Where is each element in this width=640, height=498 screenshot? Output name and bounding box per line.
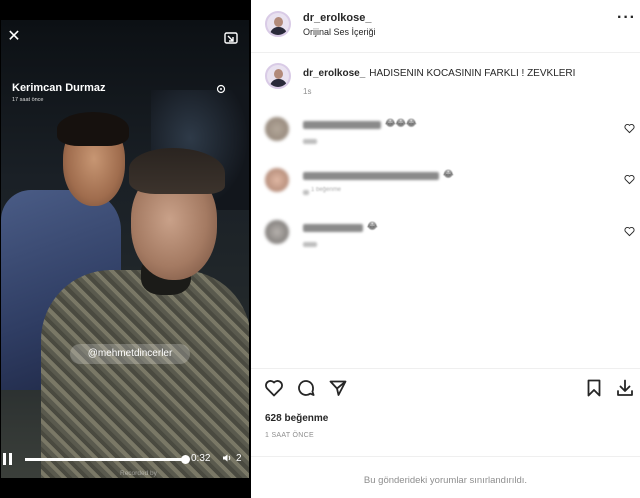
comment-avatar[interactable] bbox=[265, 168, 289, 192]
download-icon[interactable] bbox=[615, 378, 635, 398]
comment-time-blurred bbox=[303, 139, 317, 144]
more-options-icon[interactable]: ··· bbox=[617, 10, 636, 26]
comment-username-blurred bbox=[303, 172, 439, 180]
comment-time-blurred bbox=[303, 242, 317, 247]
like-heart-icon[interactable] bbox=[264, 378, 284, 398]
audio-label[interactable]: Orijinal Ses İçeriği bbox=[303, 27, 376, 37]
story-username: Kerimcan Durmaz bbox=[12, 82, 106, 94]
share-icon[interactable] bbox=[328, 378, 348, 398]
comments-restricted-notice: Bu gönderideki yorumlar sınırlandırıldı. bbox=[363, 475, 528, 486]
video-progress-fill bbox=[25, 458, 185, 461]
picture-in-picture-icon[interactable] bbox=[223, 30, 239, 46]
recorder-watermark: Recorded by bbox=[120, 470, 157, 477]
comment-row: 😂 1 beğenme bbox=[251, 168, 640, 208]
comment-row: 😂 bbox=[251, 220, 640, 260]
video-controls: 0:32 2 bbox=[0, 450, 251, 470]
video-person-right bbox=[41, 270, 249, 478]
comment-avatar[interactable] bbox=[265, 220, 289, 244]
refresh-icon bbox=[216, 84, 226, 94]
media-pane: ✕ Kerimcan Durmaz 17 saat önce @mehmetdi… bbox=[0, 0, 251, 498]
comment-emoji: 😂😂😂 bbox=[385, 118, 417, 128]
video-progress-bar[interactable] bbox=[25, 455, 190, 464]
post-action-bar bbox=[251, 378, 640, 400]
caption-timestamp[interactable]: 1s bbox=[303, 87, 311, 96]
caption-avatar[interactable] bbox=[265, 63, 291, 89]
caption-username[interactable]: dr_erolkose_ bbox=[303, 68, 365, 79]
comment-avatar[interactable] bbox=[265, 117, 289, 141]
comment-username-blurred bbox=[303, 224, 363, 232]
video-progress-knob[interactable] bbox=[180, 455, 190, 464]
divider bbox=[251, 456, 640, 457]
comment-icon[interactable] bbox=[296, 378, 316, 398]
comment-emoji: 😂 bbox=[443, 169, 454, 179]
comment-username-blurred bbox=[303, 121, 381, 129]
caption-text: HADISENIN KOCASININ FARKLI ! ZEVKLERI bbox=[369, 68, 576, 79]
like-count[interactable]: 628 beğenme bbox=[265, 413, 328, 424]
like-comment-heart-icon[interactable] bbox=[624, 226, 635, 237]
pause-icon[interactable] bbox=[3, 453, 13, 465]
volume-icon[interactable] bbox=[222, 453, 232, 463]
video-person-left-hair bbox=[57, 112, 129, 146]
comment-likes[interactable]: 1 beğenme bbox=[311, 187, 341, 193]
post-author-username[interactable]: dr_erolkose_ bbox=[303, 12, 371, 24]
video-time: 0:32 bbox=[191, 453, 211, 464]
close-icon[interactable]: ✕ bbox=[5, 28, 23, 46]
like-comment-heart-icon[interactable] bbox=[624, 123, 635, 134]
video-person-right-hair bbox=[129, 148, 225, 194]
story-timestamp: 17 saat önce bbox=[12, 97, 44, 103]
post-date[interactable]: 1 SAAT ÖNCE bbox=[265, 432, 314, 439]
post-caption: dr_erolkose_ HADISENIN KOCASININ FARKLI !… bbox=[303, 67, 633, 80]
comment-time-blurred bbox=[303, 190, 309, 195]
avatar[interactable] bbox=[265, 11, 291, 37]
save-bookmark-icon[interactable] bbox=[584, 378, 604, 398]
divider bbox=[251, 52, 640, 53]
post-panel: dr_erolkose_ Orijinal Ses İçeriği ··· dr… bbox=[251, 0, 640, 498]
playback-speed[interactable]: 2 bbox=[236, 453, 242, 464]
mention-sticker: @mehmetdincerler bbox=[70, 344, 190, 364]
divider bbox=[251, 368, 640, 369]
like-comment-heart-icon[interactable] bbox=[624, 174, 635, 185]
comment-emoji: 😂 bbox=[367, 221, 378, 231]
comment-row: 😂😂😂 bbox=[251, 117, 640, 157]
